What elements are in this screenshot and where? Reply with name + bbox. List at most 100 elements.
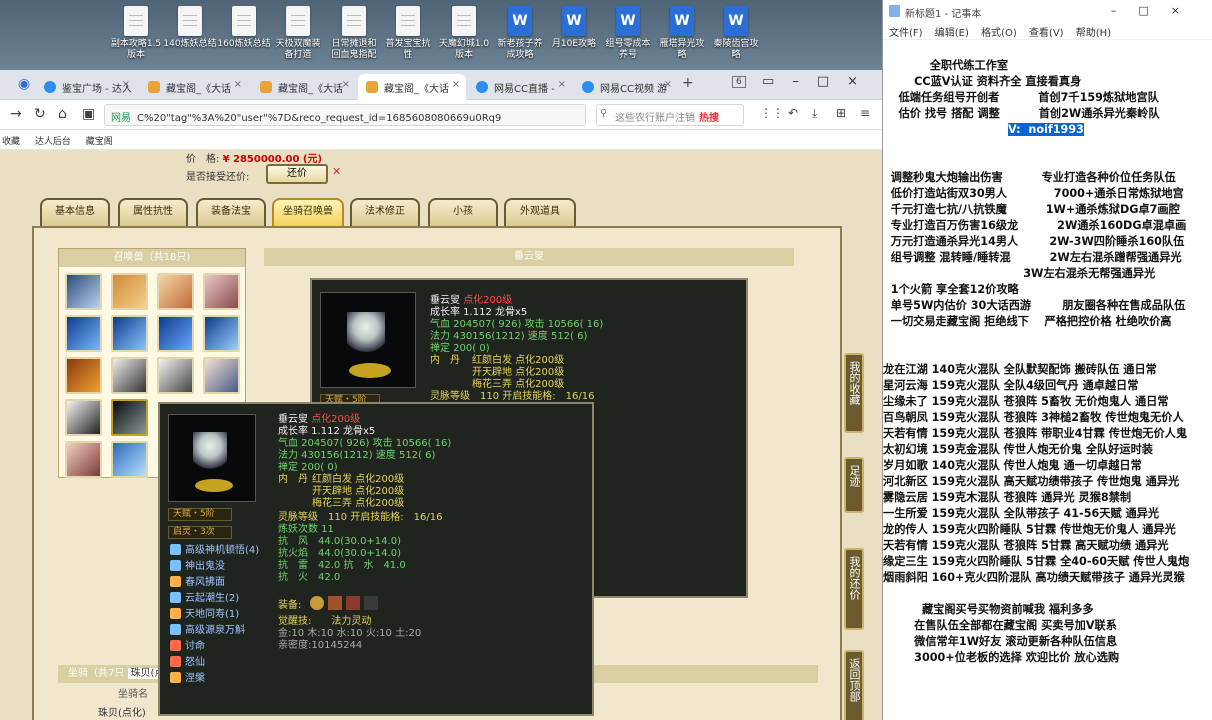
tab-attributes[interactable]: 属性抗性 — [118, 198, 188, 226]
search-icon[interactable]: ⚲ — [600, 108, 607, 119]
close-tab-icon[interactable]: × — [342, 79, 350, 90]
pet-thumb[interactable] — [65, 399, 102, 436]
close-tab-icon[interactable]: × — [664, 79, 672, 90]
equip-icon[interactable] — [310, 596, 324, 610]
tab-favicon-icon — [476, 81, 488, 93]
skill-item[interactable]: 神出鬼没 — [170, 560, 225, 572]
pet-thumb[interactable] — [157, 357, 194, 394]
pet-thumb[interactable] — [111, 315, 148, 352]
tab-count[interactable]: 6 — [732, 76, 746, 88]
text-file-icon[interactable]: 普发宝宝抗 性 — [380, 6, 436, 61]
pet-thumb[interactable] — [203, 357, 240, 394]
tab-cangbaoge-2[interactable]: 藏宝阁_《大话 × — [252, 74, 356, 100]
my-offers-button[interactable]: 我的还价 — [844, 548, 864, 630]
extensions-icon[interactable]: ⊞ — [836, 106, 846, 120]
pet-thumb[interactable] — [65, 315, 102, 352]
menu-icon[interactable]: ≡ — [860, 106, 870, 120]
pet-thumb[interactable] — [157, 273, 194, 310]
new-tab-icon[interactable]: + — [682, 75, 694, 91]
pet-thumb[interactable] — [157, 315, 194, 352]
search-input[interactable]: 这些农行账户注销 热搜 — [596, 104, 744, 126]
tab-cc-video[interactable]: 网易CC视频 游 × — [574, 74, 678, 100]
pet-thumb[interactable] — [111, 273, 148, 310]
bookmark-favorites[interactable]: 收藏 — [2, 137, 20, 147]
shield-icon[interactable]: ▣ — [82, 106, 95, 122]
equip-icon[interactable] — [328, 596, 342, 610]
resist-fire: 抗 火 42.0 — [278, 572, 341, 583]
counter-offer-button[interactable]: 还价 — [266, 164, 328, 184]
hot-search-badge[interactable]: 热搜 — [699, 113, 719, 124]
pet-thumb[interactable] — [111, 357, 148, 394]
close-tab-icon[interactable]: × — [122, 79, 130, 90]
skill-item[interactable]: 涅槃 — [170, 672, 205, 684]
reload-icon[interactable]: ↻ — [34, 106, 46, 122]
home-icon[interactable]: ⌂ — [58, 106, 67, 122]
my-favorites-button[interactable]: 我的收藏 — [844, 353, 864, 433]
menu-view[interactable]: 查看(V) — [1029, 28, 1064, 39]
close-tab-icon[interactable]: × — [452, 79, 460, 90]
selected-text[interactable]: V: noif1993 — [1008, 123, 1084, 136]
notepad-line: 估价 找号 搭配 调整 首创2W通杀异光秦岭队 — [883, 107, 1160, 120]
notepad-text-area[interactable]: 全职代练工作室 CC蓝V认证 资料齐全 直接看真身 低端任务组号开创者 首创7千… — [883, 42, 1212, 666]
tab-jianbao[interactable]: 鉴宝广场 - 达人 × — [36, 74, 136, 100]
back-to-top-button[interactable]: 返回顶部 — [844, 650, 864, 720]
forward-icon[interactable]: → — [10, 106, 22, 122]
bookmark-cangbaoge[interactable]: 藏宝阁 — [86, 137, 113, 147]
skill-item[interactable]: 天地同寿(1) — [170, 608, 239, 620]
tab-basic-info[interactable]: 基本信息 — [40, 198, 110, 226]
tab-appearance[interactable]: 外观道具 — [504, 198, 576, 226]
word-file-icon[interactable]: W 秦陵齿宫攻 略 — [708, 6, 764, 61]
skill-item[interactable]: 云起潮生(2) — [170, 592, 239, 604]
undo-icon[interactable]: ↶ — [788, 106, 798, 120]
skill-item[interactable]: 春风拂面 — [170, 576, 225, 588]
menu-file[interactable]: 文件(F) — [889, 28, 923, 39]
word-file-icon[interactable]: W 月10E攻略 — [546, 6, 602, 50]
menu-grid-icon[interactable]: ⋮⋮ — [760, 106, 784, 120]
pet-thumb[interactable] — [111, 441, 148, 478]
bookmark-daren[interactable]: 达人后台 — [35, 137, 71, 147]
download-icon[interactable]: ⤓ — [812, 106, 817, 121]
equip-icon[interactable] — [364, 596, 378, 610]
menu-format[interactable]: 格式(O) — [981, 28, 1017, 39]
tab-cangbaoge-active[interactable]: 藏宝阁_《大话 × — [358, 74, 466, 100]
tab-mount-pets[interactable]: 坐骑召唤兽 — [272, 198, 344, 226]
skill-item[interactable]: 高级源泉万斛 — [170, 624, 245, 636]
text-file-icon[interactable]: 副本攻略1.5 版本 — [108, 6, 164, 61]
url-input[interactable]: 网易 C%20"tag"%3A%20"user"%7D&reco_request_… — [104, 104, 586, 126]
pet-thumb[interactable] — [65, 273, 102, 310]
close-tab-icon[interactable]: × — [234, 79, 242, 90]
pet-thumb[interactable] — [203, 273, 240, 310]
equip-icon[interactable] — [346, 596, 360, 610]
footprint-button[interactable]: 足迹 — [844, 457, 864, 513]
notepad-line: 龙的传人 159克火四阶睡队 5甘霖 传世炮无价鬼人 通异光 — [883, 523, 1176, 536]
pet-thumb-selected[interactable] — [111, 399, 148, 436]
tab-cangbaoge-1[interactable]: 藏宝阁_《大话 × — [140, 74, 248, 100]
inner-dan-3: 梅花三弄 点化200级 — [472, 379, 565, 390]
tab-equipment[interactable]: 装备法宝 — [196, 198, 266, 226]
tab-spell-mod[interactable]: 法术修正 — [350, 198, 420, 226]
text-file-icon[interactable]: 天魔幻城1.0 版本 — [436, 6, 492, 61]
menu-help[interactable]: 帮助(H) — [1076, 28, 1111, 39]
notepad-window-controls[interactable]: –□× — [1111, 4, 1202, 17]
pet-thumb[interactable] — [65, 441, 102, 478]
tab-child[interactable]: 小孩 — [428, 198, 498, 226]
pet-detail-title: 垂云叟 — [264, 248, 794, 266]
word-file-icon[interactable]: W 新老孩子养 成攻略 — [492, 6, 548, 61]
close-icon[interactable]: ✕ — [332, 165, 341, 178]
desktop-icon-label: 普发宝宝抗 性 — [385, 39, 431, 60]
word-file-icon[interactable]: W 组号零成本 养号 — [600, 6, 656, 61]
text-file-icon[interactable]: 140炼妖总结 — [162, 6, 218, 50]
text-file-icon[interactable]: 日常摊退和 回血鬼指配 — [326, 6, 382, 61]
skill-item[interactable]: 怒仙 — [170, 656, 205, 668]
text-file-icon[interactable]: 天极双魔装 备打造 — [270, 6, 326, 61]
skill-item[interactable]: 高级神机顿悟(4) — [170, 544, 259, 556]
word-file-icon[interactable]: W 雁塔异光攻 略 — [654, 6, 710, 61]
pet-thumb[interactable] — [65, 357, 102, 394]
skill-item[interactable]: 讨命 — [170, 640, 205, 652]
tab-cc-live[interactable]: 网易CC直播 - × — [468, 74, 572, 100]
text-file-icon[interactable]: 160炼妖总结 — [216, 6, 272, 50]
close-tab-icon[interactable]: × — [558, 79, 566, 90]
pet-thumb[interactable] — [203, 315, 240, 352]
menu-edit[interactable]: 编辑(E) — [935, 28, 969, 39]
window-controls[interactable]: ▭–□× — [762, 74, 876, 89]
